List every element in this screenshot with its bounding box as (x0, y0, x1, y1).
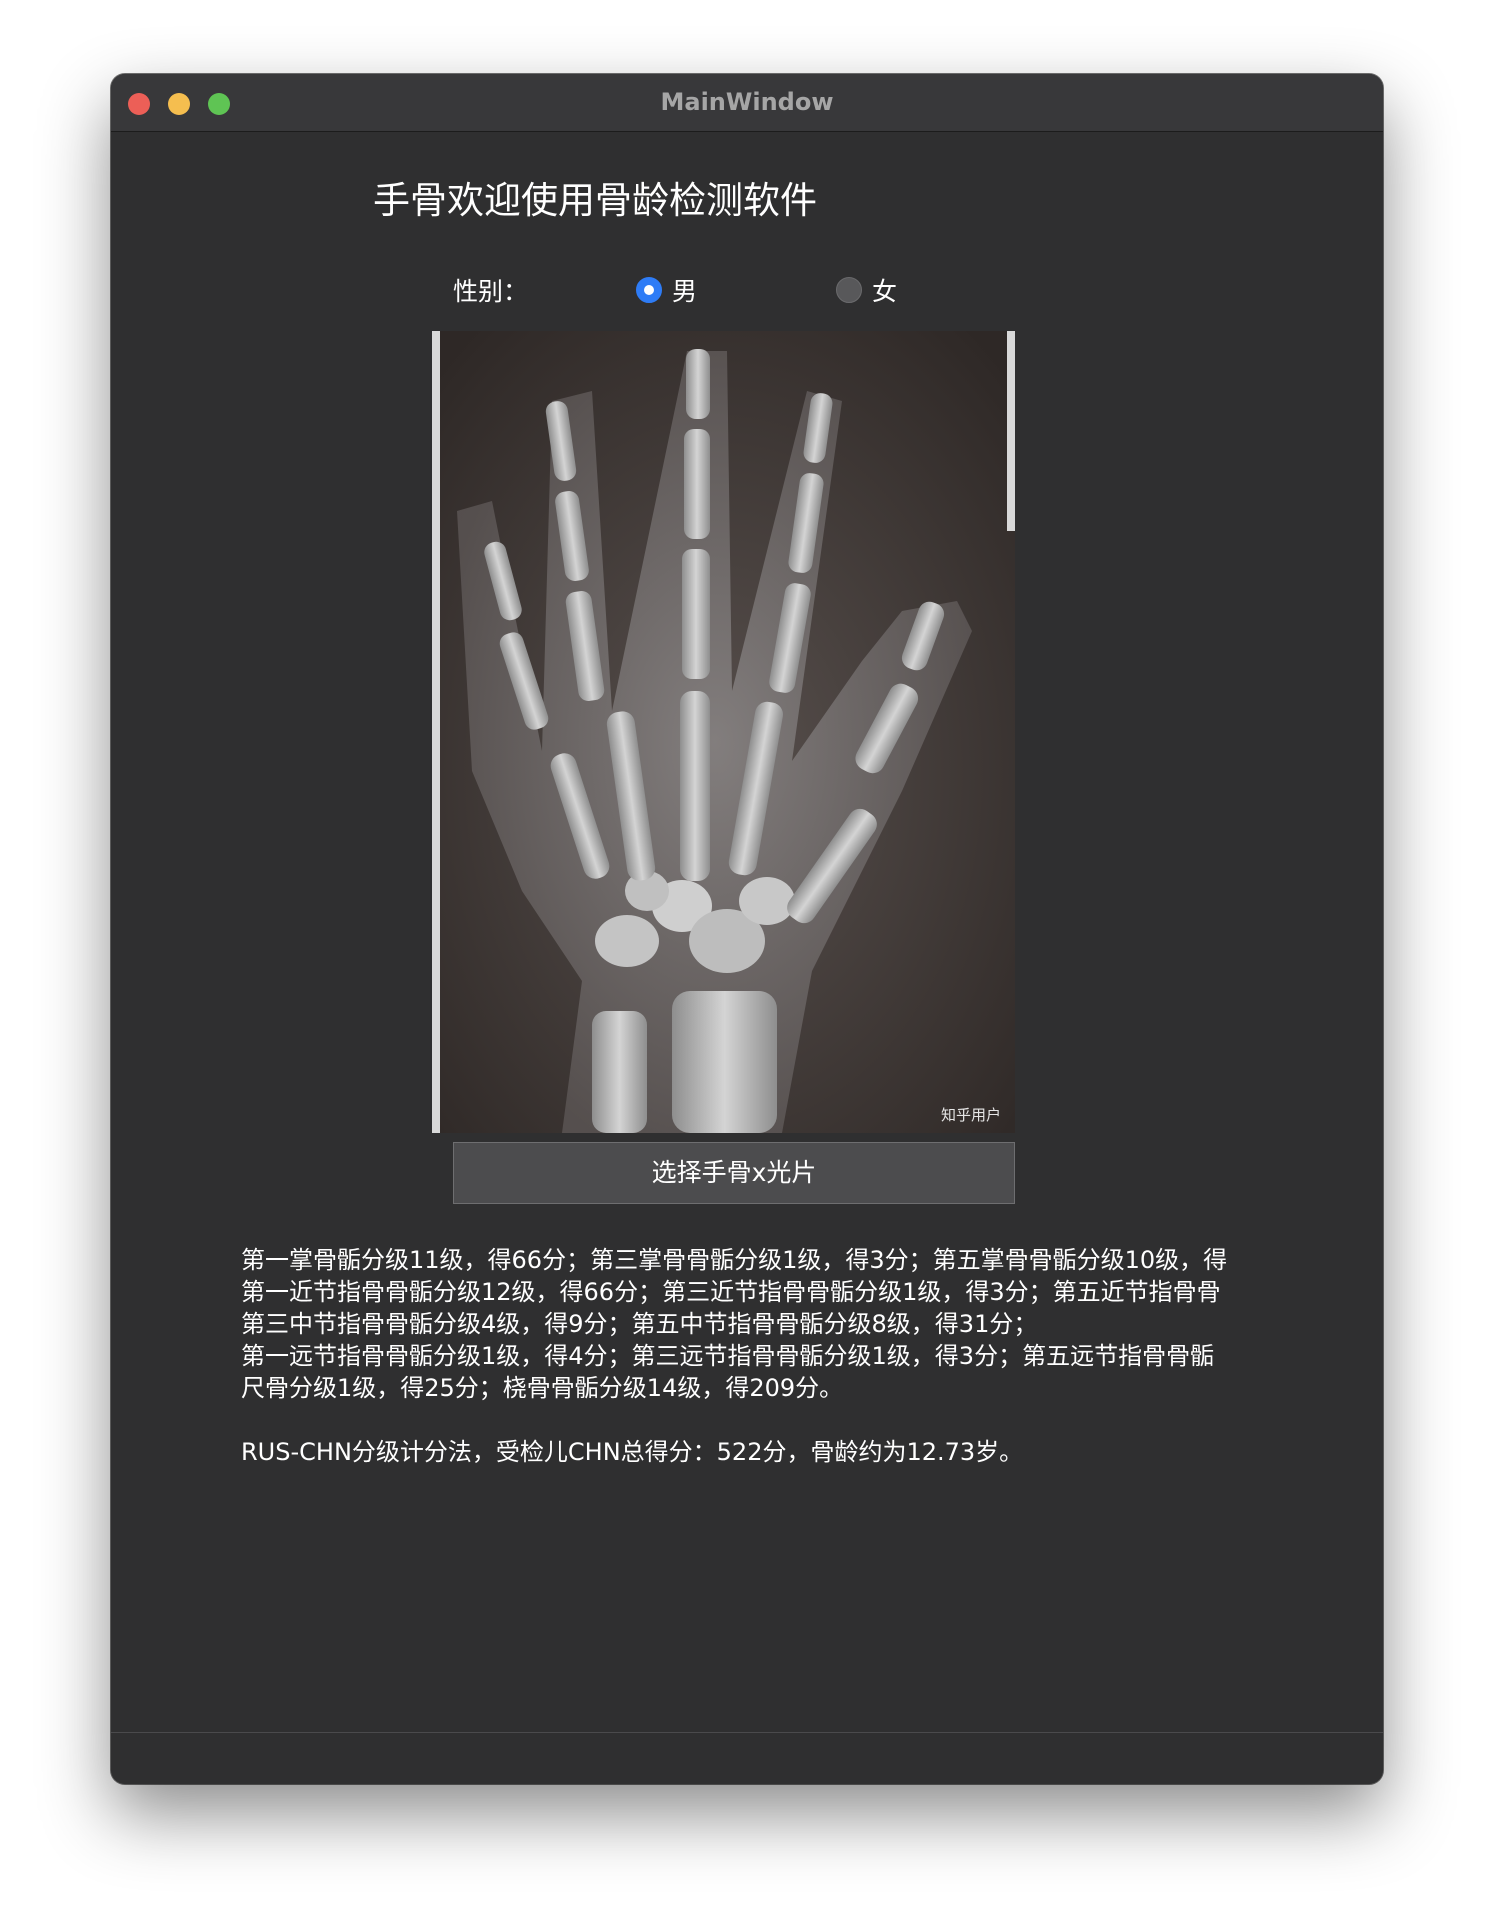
image-watermark: 知乎用户 (940, 1106, 1001, 1124)
result-spacer (241, 1404, 1297, 1436)
result-line: 第一远节指骨骨骺分级1级，得4分；第三远节指骨骨骺分级1级，得3分；第五远节指骨… (241, 1342, 1215, 1370)
title-bar[interactable]: MainWindow (111, 74, 1383, 132)
select-xray-button[interactable]: 选择手骨x光片 (453, 1142, 1015, 1204)
radio-checked-icon[interactable] (636, 277, 662, 303)
result-line: 第三中节指骨骨骺分级4级，得9分；第五中节指骨骨骺分级8级，得31分； (241, 1310, 1038, 1338)
window-title: MainWindow (660, 88, 834, 116)
result-line: 尺骨分级1级，得25分；桡骨骨骺分级14级，得209分。 (241, 1374, 844, 1402)
status-bar (111, 1732, 1383, 1784)
gender-radio-female[interactable]: 女 (836, 274, 897, 306)
hand-xray-image: 知乎用户 (432, 331, 1015, 1133)
gender-radio-male-label[interactable]: 男 (672, 272, 697, 308)
results-panel: 第一掌骨骺分级11级，得66分；第三掌骨骨骺分级1级，得3分；第五掌骨骨骺分级1… (241, 1244, 1297, 1468)
hand-xray-graphic (432, 331, 1015, 1133)
gender-radio-female-label[interactable]: 女 (872, 272, 897, 308)
page-title: 手骨欢迎使用骨龄检测软件 (373, 179, 817, 222)
main-window: MainWindow 手骨欢迎使用骨龄检测软件 性别： 男 女 知乎用户 选择手… (111, 74, 1383, 1784)
result-summary: RUS-CHN分级计分法，受检儿CHN总得分：522分，骨龄约为12.73岁。 (241, 1438, 1024, 1466)
radio-unchecked-icon[interactable] (836, 277, 862, 303)
result-line: 第一掌骨骺分级11级，得66分；第三掌骨骨骺分级1级，得3分；第五掌骨骨骺分级1… (241, 1246, 1228, 1274)
result-line: 第一近节指骨骨骺分级12级，得66分；第三近节指骨骨骺分级1级，得3分；第五近节… (241, 1278, 1221, 1306)
gender-label: 性别： (453, 277, 529, 306)
gender-radio-male[interactable]: 男 (636, 274, 697, 306)
